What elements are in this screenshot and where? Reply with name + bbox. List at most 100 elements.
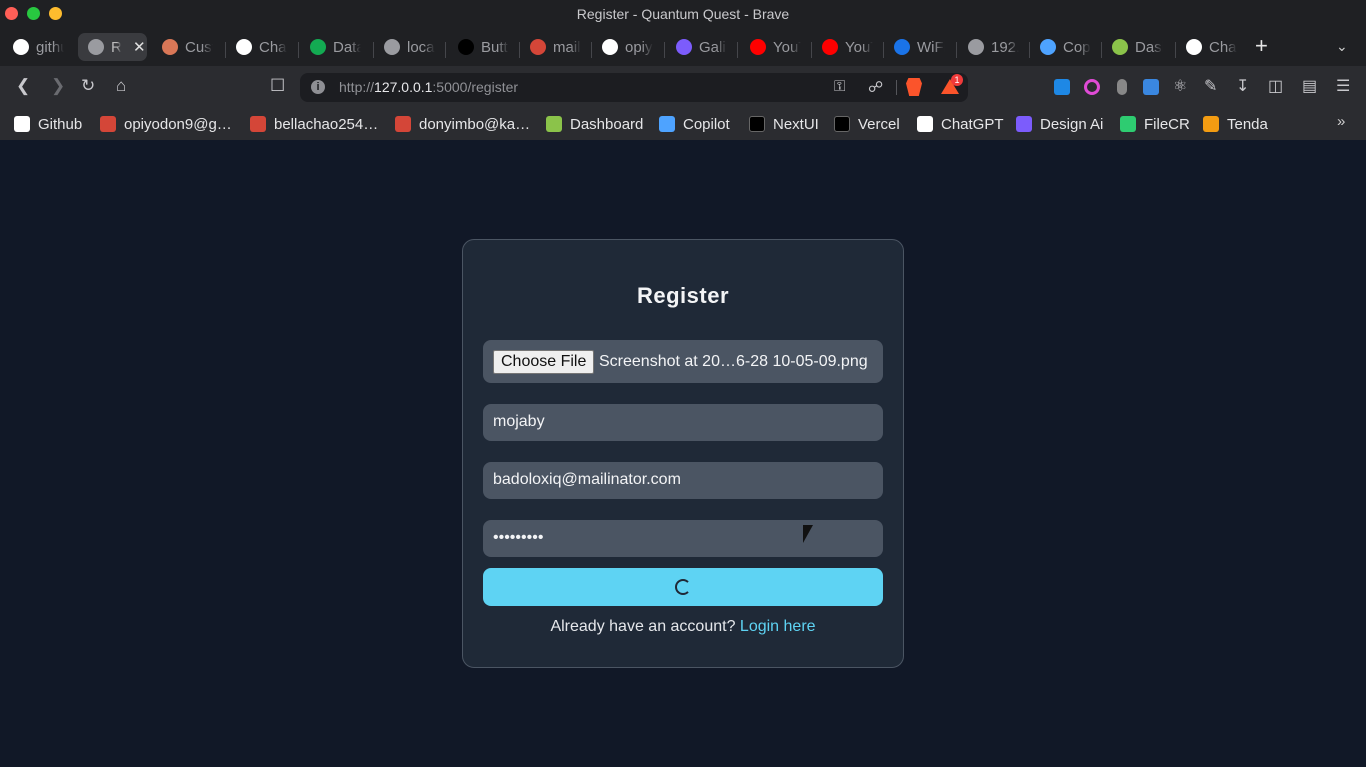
gmail-icon [395, 116, 411, 132]
tab-8[interactable]: opiy [592, 33, 663, 61]
tenda-icon [1203, 116, 1219, 132]
tab-label: 192. [991, 38, 1019, 56]
bookmark-label: Dashboard [570, 115, 644, 133]
tab-search-chevron-icon[interactable]: ⌄ [1336, 38, 1348, 55]
dashboard-icon [546, 116, 562, 132]
github-icon [13, 39, 29, 55]
tab-label: github [36, 38, 64, 56]
wallet-icon[interactable]: ▤ [1302, 76, 1317, 96]
bookmark-icon[interactable]: ☐ [270, 76, 285, 96]
tab-label: mail [553, 38, 581, 56]
tab-5[interactable]: loca [374, 33, 444, 61]
bookmark-item[interactable]: donyimbo@ka… [395, 112, 530, 136]
bookmark-item[interactable]: FileCR [1120, 112, 1190, 136]
tab-15[interactable]: Dasl [1102, 33, 1174, 61]
close-tab-icon[interactable]: ✕ [133, 38, 146, 56]
email-input[interactable]: badoloxiq@mailinator.com [483, 462, 883, 499]
url-host: 127.0.0.1 [374, 79, 433, 95]
title-bar: Register - Quantum Quest - Brave [0, 0, 1366, 28]
bookmark-item[interactable]: Copilot [659, 112, 730, 136]
extensions-puzzle-icon[interactable]: ✎ [1204, 76, 1217, 96]
react-devtools-icon[interactable]: ⚛ [1173, 76, 1187, 96]
tab-separator [445, 42, 446, 58]
rewards-badge: 1 [951, 74, 963, 86]
bookmark-item[interactable]: bellachao254… [250, 112, 378, 136]
register-submit-button[interactable] [483, 568, 883, 606]
bookmark-item[interactable]: Vercel [834, 112, 900, 136]
tab-4[interactable]: Data [300, 33, 372, 61]
sidebar-icon[interactable]: ◫ [1268, 76, 1283, 96]
gmail-icon [530, 39, 546, 55]
bookmark-label: opiyodon9@g… [124, 115, 232, 133]
copilot-icon [659, 116, 675, 132]
extension-icon[interactable] [1117, 79, 1127, 95]
choose-file-button[interactable]: Choose File [493, 350, 595, 374]
share-icon[interactable]: ☍ [868, 78, 883, 96]
new-tab-button[interactable]: + [1255, 35, 1268, 57]
username-input[interactable]: mojaby [483, 404, 883, 441]
site-info-icon[interactable]: i [311, 80, 325, 94]
bookmark-label: Copilot [683, 115, 730, 133]
bookmarks-bar: Github opiyodon9@g… bellachao254… donyimbo@… [0, 108, 1366, 140]
home-button[interactable]: ⌂ [116, 76, 126, 96]
bookmark-item[interactable]: ChatGPT [917, 112, 1004, 136]
tab-1[interactable]: R ✕ [78, 33, 147, 61]
register-card: Register Choose File Screenshot at 20…6-… [462, 239, 904, 668]
tab-label: Chat [1209, 38, 1237, 56]
tab-16[interactable]: Chat [1176, 33, 1248, 61]
back-button[interactable]: ❮ [16, 76, 30, 96]
tab-label: Butt [481, 38, 508, 56]
tab-6[interactable]: Butt [448, 33, 518, 61]
bookmark-item[interactable]: NextUI [749, 112, 819, 136]
mongodb-icon [310, 39, 326, 55]
bookmark-item[interactable]: Github [14, 112, 82, 136]
tab-3[interactable]: Chat [226, 33, 297, 61]
brave-shields-icon[interactable] [906, 78, 922, 96]
color-extension-icon[interactable] [1084, 79, 1100, 95]
bookmark-label: NextUI [773, 115, 819, 133]
tab-0[interactable]: github [3, 33, 75, 61]
copilot-icon [1040, 39, 1056, 55]
bookmark-label: FileCR [1144, 115, 1190, 133]
url-path: :5000/register [432, 79, 519, 95]
tab-11[interactable]: YouT [812, 33, 882, 61]
tab-2[interactable]: Cust [152, 33, 224, 61]
tab-12[interactable]: WiFi [884, 33, 955, 61]
gmail-icon [100, 116, 116, 132]
tab-10[interactable]: YouT [740, 33, 810, 61]
password-input[interactable]: ••••••••• [483, 520, 883, 557]
tab-separator [737, 42, 738, 58]
filecr-icon [1120, 116, 1136, 132]
wifi-icon [894, 39, 910, 55]
fi-extension-icon[interactable] [1143, 79, 1159, 95]
menu-icon[interactable]: ☰ [1336, 76, 1350, 96]
avatar-file-input[interactable]: Choose File Screenshot at 20…6-28 10-05-… [483, 340, 883, 383]
bookmark-item[interactable]: opiyodon9@g… [100, 112, 232, 136]
tab-7[interactable]: mail [520, 33, 590, 61]
dashboard-icon [1112, 39, 1128, 55]
tab-separator [664, 42, 665, 58]
mouse-cursor-icon [803, 525, 813, 543]
login-link[interactable]: Login here [740, 618, 816, 635]
tab-13[interactable]: 192. [958, 33, 1028, 61]
forward-button[interactable]: ❯ [51, 76, 65, 96]
download-extension-icon[interactable] [1054, 79, 1070, 95]
key-icon[interactable]: ⚿ [834, 78, 845, 95]
register-title: Register [636, 283, 730, 308]
tab-label: Cop [1063, 38, 1091, 56]
bookmark-label: Tenda [1227, 115, 1268, 133]
address-bar[interactable]: i http://127.0.0.1:5000/register ⚿ ☍ 1 [300, 73, 968, 102]
tab-strip: githubR✕CustChatDatalocaButtmailopiyGali… [0, 28, 1366, 66]
tab-9[interactable]: Gali [666, 33, 736, 61]
more-bookmarks-icon[interactable]: » [1337, 113, 1345, 130]
globe-icon [968, 39, 984, 55]
bookmark-item[interactable]: Dashboard [546, 112, 643, 136]
reload-button[interactable]: ↻ [81, 76, 95, 96]
bookmark-item[interactable]: Design Ai [1016, 112, 1103, 136]
downloads-icon[interactable]: ↧ [1236, 76, 1249, 96]
github-icon [14, 116, 30, 132]
tab-label: Dasl [1135, 38, 1163, 56]
url-text[interactable]: http://127.0.0.1:5000/register [339, 79, 518, 95]
tab-14[interactable]: Cop [1030, 33, 1100, 61]
bookmark-item[interactable]: Tenda [1203, 112, 1268, 136]
